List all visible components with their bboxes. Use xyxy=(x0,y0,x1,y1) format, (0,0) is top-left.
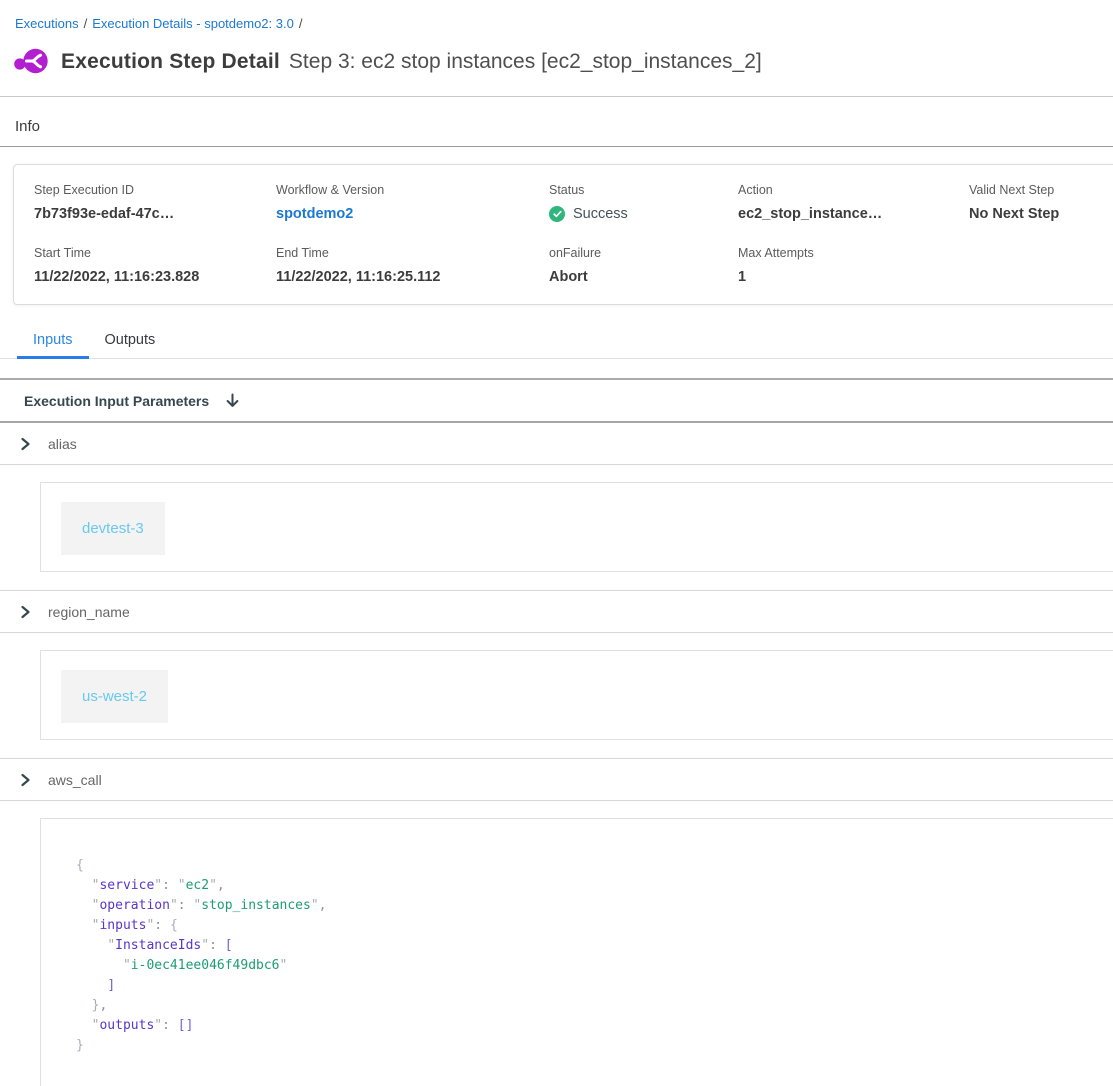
breadcrumb-separator: / xyxy=(299,16,303,31)
params-divider xyxy=(0,421,1113,423)
field-action: Action ec2_stop_instance… xyxy=(738,183,969,222)
chevron-right-icon[interactable] xyxy=(20,773,32,787)
info-divider xyxy=(0,146,1113,147)
tab-inputs[interactable]: Inputs xyxy=(17,329,89,359)
field-label: Step Execution ID xyxy=(34,183,276,197)
section-divider xyxy=(0,800,1113,801)
info-card: Step Execution ID 7b73f93e-edaf-47c… Wor… xyxy=(13,164,1113,305)
field-label: Action xyxy=(738,183,969,197)
page-subtitle: Step 3: ec2 stop instances [ec2_stop_ins… xyxy=(289,50,762,74)
field-value: 11/22/2022, 11:16:23.828 xyxy=(34,269,276,285)
alias-value-box: devtest-3 xyxy=(40,482,1113,572)
section-aws-call-header[interactable]: aws_call xyxy=(20,771,1113,789)
field-onfailure: onFailure Abort xyxy=(549,246,738,285)
alias-value-chip: devtest-3 xyxy=(61,502,165,555)
field-label: Max Attempts xyxy=(738,246,969,260)
region-name-value-box: us-west-2 xyxy=(40,650,1113,740)
aws-call-code-box: { "service": "ec2", "operation": "stop_i… xyxy=(40,818,1113,1086)
workflow-branch-icon xyxy=(14,48,48,76)
field-valid-next-step: Valid Next Step No Next Step xyxy=(969,183,1113,222)
info-heading: Info xyxy=(15,118,1113,135)
tabs-divider xyxy=(0,378,1113,380)
info-card-grid: Step Execution ID 7b73f93e-edaf-47c… Wor… xyxy=(34,183,1113,285)
field-label: Start Time xyxy=(34,246,276,260)
status-text: Success xyxy=(573,206,628,222)
region-name-value-chip: us-west-2 xyxy=(61,670,168,723)
field-label: Status xyxy=(549,183,738,197)
field-label: End Time xyxy=(276,246,549,260)
field-status: Status Success xyxy=(549,183,738,222)
field-label: Workflow & Version xyxy=(276,183,549,197)
field-value: 7b73f93e-edaf-47c… xyxy=(34,206,276,222)
field-value: No Next Step xyxy=(969,206,1113,222)
section-divider xyxy=(0,758,1113,759)
section-alias-header[interactable]: alias xyxy=(20,435,1113,453)
chevron-right-icon[interactable] xyxy=(20,605,32,619)
section-region-name-header[interactable]: region_name xyxy=(20,603,1113,621)
field-workflow-version: Workflow & Version spotdemo2 xyxy=(276,183,549,222)
field-start-time: Start Time 11/22/2022, 11:16:23.828 xyxy=(34,246,276,285)
section-name: region_name xyxy=(48,604,130,620)
section-name: alias xyxy=(48,436,77,452)
inputs-outputs-tabs: Inputs Outputs xyxy=(0,329,1113,359)
aws-call-code: { "service": "ec2", "operation": "stop_i… xyxy=(76,856,1110,1056)
chevron-right-icon[interactable] xyxy=(20,437,32,451)
workflow-link[interactable]: spotdemo2 xyxy=(276,206,549,222)
field-end-time: End Time 11/22/2022, 11:16:25.112 xyxy=(276,246,549,285)
breadcrumb: Executions / Execution Details - spotdemo2… xyxy=(15,16,1113,31)
field-value: 1 xyxy=(738,269,969,285)
section-divider xyxy=(0,590,1113,591)
section-divider xyxy=(0,632,1113,633)
execution-input-parameters-title: Execution Input Parameters xyxy=(24,393,209,409)
field-label: onFailure xyxy=(549,246,738,260)
success-check-icon xyxy=(549,206,565,222)
breadcrumb-link-executions[interactable]: Executions xyxy=(15,16,79,31)
field-step-execution-id: Step Execution ID 7b73f93e-edaf-47c… xyxy=(34,183,276,222)
field-value: 11/22/2022, 11:16:25.112 xyxy=(276,269,549,285)
page-title: Execution Step Detail xyxy=(61,50,280,74)
field-label: Valid Next Step xyxy=(969,183,1113,197)
page-header: Execution Step Detail Step 3: ec2 stop i… xyxy=(14,48,1113,76)
title-divider xyxy=(0,96,1113,97)
field-max-attempts: Max Attempts 1 xyxy=(738,246,969,285)
field-value: ec2_stop_instance… xyxy=(738,206,969,222)
field-value: Abort xyxy=(549,269,738,285)
section-divider xyxy=(0,464,1113,465)
section-name: aws_call xyxy=(48,772,102,788)
tab-outputs[interactable]: Outputs xyxy=(89,329,172,359)
status-badge: Success xyxy=(549,206,738,222)
breadcrumb-link-execution-details[interactable]: Execution Details - spotdemo2: 3.0 xyxy=(92,16,294,31)
breadcrumb-separator: / xyxy=(84,16,88,31)
execution-input-parameters-header: Execution Input Parameters xyxy=(24,393,1113,409)
download-arrow-icon[interactable] xyxy=(225,393,240,409)
